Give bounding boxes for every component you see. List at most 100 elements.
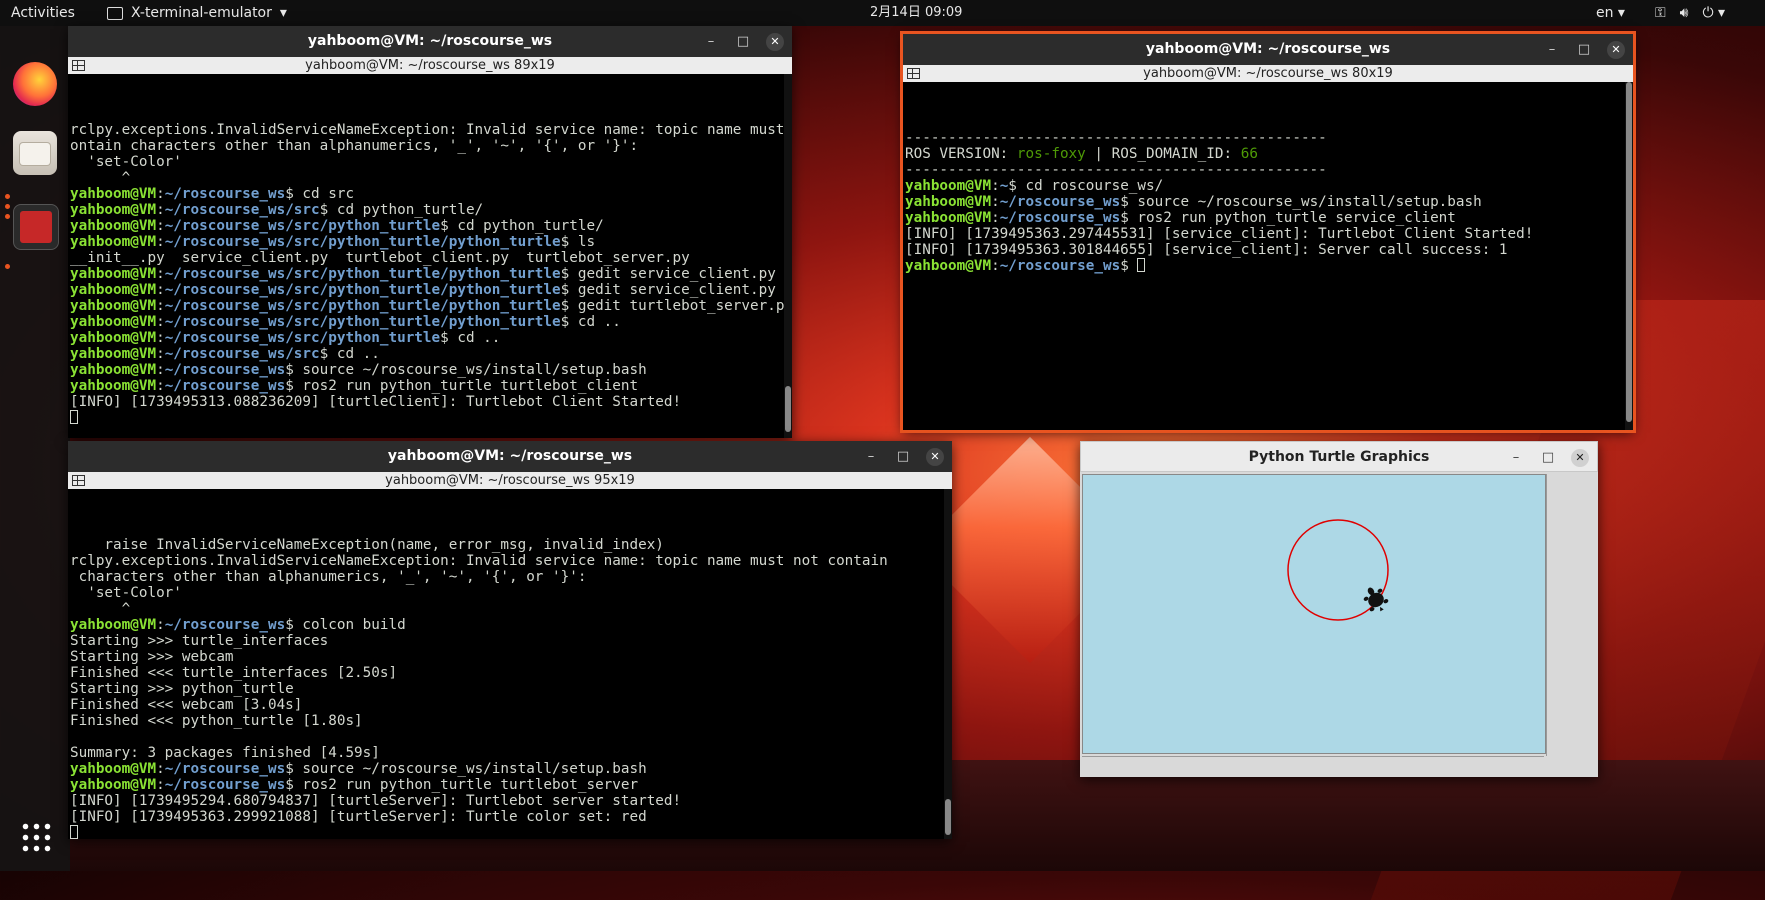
terminal-output[interactable]: raise InvalidServiceNameException(name, … [68, 489, 952, 839]
command-text: ros2 run python_turtle turtlebot_client [293, 378, 639, 394]
terminal-subtitle-bar: yahboom@VM: ~/roscourse_ws 95x19 [68, 472, 952, 489]
terminal-subtitle-bar: yahboom@VM: ~/roscourse_ws 89x19 [68, 57, 792, 74]
text-cursor [70, 825, 78, 839]
running-indicator [5, 214, 10, 219]
prompt-user: yahboom@VM [70, 282, 157, 298]
prompt-user: yahboom@VM [70, 186, 157, 202]
close-button[interactable]: ✕ [766, 32, 784, 51]
system-tray[interactable]: ⚿ 🔊︎ ⏻ ▾ [1655, 0, 1725, 26]
minimize-button[interactable]: – [702, 26, 720, 57]
terminal-line: ^ [70, 601, 952, 617]
terminal-line: yahboom@VM:~/roscourse_ws/src/python_tur… [70, 234, 596, 250]
scrollbar-thumb[interactable] [785, 386, 791, 432]
prompt-path: ~/roscourse_ws/src/python_turtle/python_… [164, 266, 561, 282]
terminal-line [70, 825, 952, 839]
prompt-user: yahboom@VM [905, 178, 992, 194]
scrollbar-thumb[interactable] [1626, 82, 1632, 422]
output-text: [INFO] [1739495363.297445531] [service_c… [905, 226, 1534, 242]
grid-icon[interactable] [72, 60, 85, 71]
terminal-icon[interactable] [13, 204, 59, 250]
maximize-button[interactable]: □ [734, 26, 752, 57]
maximize-button[interactable]: □ [894, 441, 912, 472]
terminal-line: Summary: 3 packages finished [4.59s] [70, 745, 952, 761]
show-applications-icon[interactable] [20, 821, 52, 853]
terminal-output[interactable]: ----------------------------------------… [903, 82, 1633, 430]
output-text: Starting >>> webcam [70, 649, 234, 665]
maximize-button[interactable]: □ [1539, 442, 1557, 473]
command-text: source ~/roscourse_ws/install/setup.bash [293, 362, 647, 378]
terminal-line: rclpy.exceptions.InvalidServiceNameExcep… [70, 122, 792, 138]
terminal-app-icon [107, 6, 123, 20]
terminal-line: Starting >>> turtle_interfaces [70, 633, 952, 649]
scrollbar-thumb[interactable] [945, 799, 951, 835]
terminal-line: [INFO] [1739495294.680794837] [turtleSer… [70, 793, 952, 809]
scrollbar[interactable] [944, 489, 952, 839]
activities-button[interactable]: Activities [11, 0, 75, 26]
command-text: cd python_turtle/ [448, 218, 604, 234]
output-text: ^ [70, 601, 131, 617]
top-bar: Activities X-terminal-emulator ▾ 2月14日 0… [0, 0, 1765, 26]
horizontal-scrollbar[interactable] [1082, 756, 1544, 770]
turtle-graphics-window[interactable]: Python Turtle Graphics – □ ✕ [1080, 441, 1598, 777]
clock[interactable]: 2月14日 09:09 [870, 0, 962, 26]
prompt-path: ~/roscourse_ws [164, 761, 286, 777]
turtle-drawing [1287, 519, 1389, 621]
maximize-button[interactable]: □ [1575, 34, 1593, 65]
prompt-user: yahboom@VM [70, 777, 157, 793]
output-text: rclpy.exceptions.InvalidServiceNameExcep… [70, 122, 792, 138]
scrollbar[interactable] [1625, 82, 1633, 430]
terminal-line: ROS VERSION: ros-foxy | ROS_DOMAIN_ID: 6… [905, 146, 1633, 162]
terminal-line: rclpy.exceptions.InvalidServiceNameExcep… [70, 553, 952, 569]
terminal-line: yahboom@VM:~/roscourse_ws$ ros2 run pyth… [70, 777, 639, 793]
title-bar[interactable]: yahboom@VM: ~/roscourse_ws – □ ✕ [903, 34, 1633, 65]
terminal-line: Finished <<< turtle_interfaces [2.50s] [70, 665, 952, 681]
terminal-window-client[interactable]: yahboom@VM: ~/roscourse_ws – □ ✕ yahboom… [68, 26, 792, 438]
language-selector[interactable]: en ▾ [1596, 0, 1625, 26]
prompt-path: ~/roscourse_ws/src/python_turtle [164, 330, 441, 346]
terminal-subtitle-bar: yahboom@VM: ~/roscourse_ws 80x19 [903, 65, 1633, 82]
output-text: __init__.py service_client.py turtlebot_… [70, 250, 690, 266]
scrollbar[interactable] [784, 74, 792, 438]
title-bar[interactable]: Python Turtle Graphics – □ ✕ [1080, 441, 1598, 472]
title-bar[interactable]: yahboom@VM: ~/roscourse_ws – □ ✕ [68, 441, 952, 472]
command-text: ros2 run python_turtle service_client [1128, 210, 1456, 226]
output-text: [INFO] [1739495363.301844655] [service_c… [905, 242, 1508, 258]
terminal-line: ^ [70, 170, 792, 186]
power-icon: ⏻ ▾ [1702, 5, 1726, 21]
output-text: Starting >>> python_turtle [70, 681, 294, 697]
vertical-scrollbar[interactable] [1546, 474, 1560, 756]
terminal-line: 'set-Color' [70, 585, 952, 601]
prompt-user: yahboom@VM [70, 346, 157, 362]
label-text: ROS VERSION: [905, 146, 1017, 162]
prompt-path: ~/roscourse_ws/src/python_turtle/python_… [164, 314, 561, 330]
files-icon[interactable] [13, 131, 57, 175]
app-menu[interactable]: X-terminal-emulator ▾ [107, 0, 287, 26]
terminal-window-service-client[interactable]: yahboom@VM: ~/roscourse_ws – □ ✕ yahboom… [900, 31, 1636, 433]
close-button[interactable]: ✕ [1607, 40, 1625, 59]
grid-icon[interactable] [907, 68, 920, 79]
window-title: yahboom@VM: ~/roscourse_ws [1145, 41, 1391, 57]
minimize-button[interactable]: – [1507, 442, 1525, 473]
output-text: ^ [70, 170, 131, 186]
grid-icon[interactable] [72, 475, 85, 486]
volume-icon: 🔊︎ [1679, 5, 1689, 21]
terminal-subtitle: yahboom@VM: ~/roscourse_ws 80x19 [1143, 66, 1393, 81]
terminal-line: raise InvalidServiceNameException(name, … [70, 537, 952, 553]
text-cursor [70, 410, 78, 424]
close-button[interactable]: ✕ [1571, 448, 1589, 467]
terminal-output[interactable]: rclpy.exceptions.InvalidServiceNameExcep… [68, 74, 792, 438]
command-text: source ~/roscourse_ws/install/setup.bash [1128, 194, 1482, 210]
minimize-button[interactable]: – [862, 441, 880, 472]
output-text: [INFO] [1739495363.299921088] [turtleSer… [70, 809, 647, 825]
command-text: gedit service_client.py [569, 282, 776, 298]
prompt-user: yahboom@VM [70, 298, 157, 314]
terminal-window-server[interactable]: yahboom@VM: ~/roscourse_ws – □ ✕ yahboom… [68, 441, 952, 839]
firefox-icon[interactable] [13, 62, 57, 106]
terminal-line: yahboom@VM:~/roscourse_ws$ source ~/rosc… [70, 362, 647, 378]
terminal-line: yahboom@VM:~/roscourse_ws$ ros2 run pyth… [905, 210, 1456, 226]
close-button[interactable]: ✕ [926, 447, 944, 466]
title-bar[interactable]: yahboom@VM: ~/roscourse_ws – □ ✕ [68, 26, 792, 57]
turtle-canvas[interactable] [1082, 474, 1546, 754]
minimize-button[interactable]: – [1543, 34, 1561, 65]
prompt-user: yahboom@VM [905, 194, 992, 210]
